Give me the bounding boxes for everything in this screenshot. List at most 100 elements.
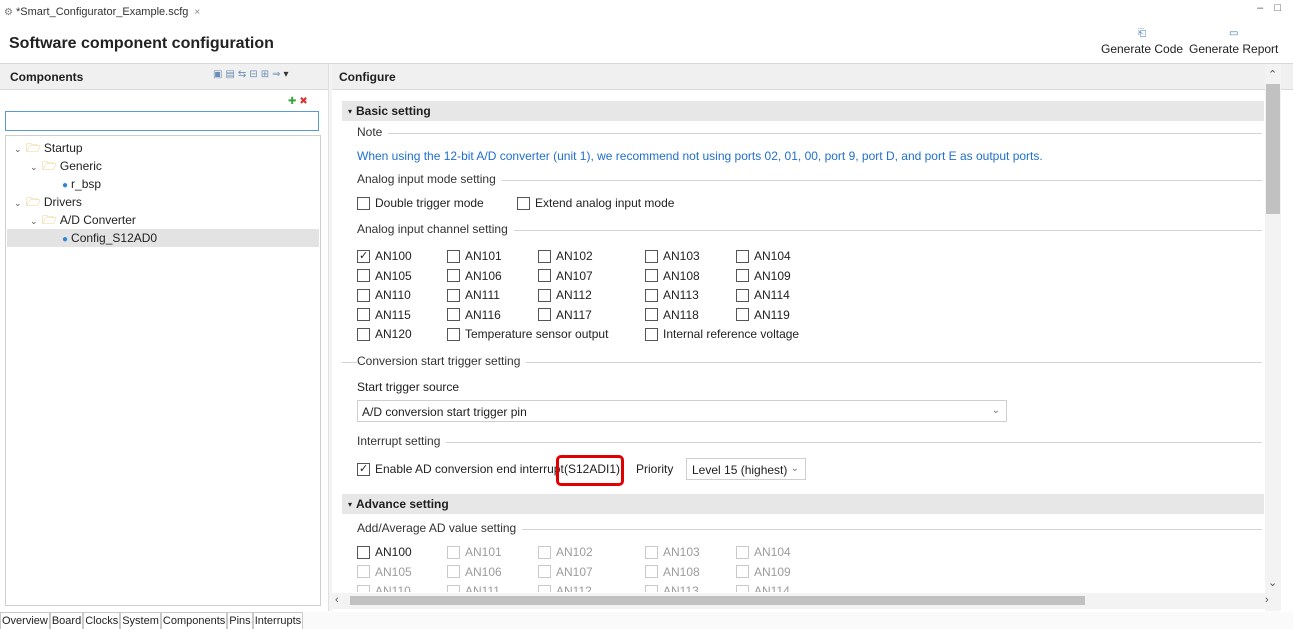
channel-an111-checkbox[interactable]: AN111 [447,288,500,302]
channel-an113-checkbox[interactable]: AN113 [645,288,699,302]
horizontal-scroll-thumb[interactable] [350,596,1085,605]
checkbox-box[interactable] [736,545,749,559]
checkbox-box[interactable] [447,327,460,341]
checkbox-box[interactable] [538,249,551,263]
collapse-all-icon[interactable]: ⊟ [249,69,260,80]
checkbox-box[interactable] [538,308,551,321]
add-average-an105-checkbox[interactable]: AN105 [357,565,412,579]
tab-clocks[interactable]: Clocks [83,612,121,629]
channel-an118-checkbox[interactable]: AN118 [645,308,699,322]
channel-an112-checkbox[interactable]: AN112 [538,288,592,302]
tab-components[interactable]: Components [160,612,228,629]
add-average-an108-checkbox[interactable]: AN108 [645,565,700,579]
add-average-an111-checkbox[interactable]: AN111 [447,584,500,592]
checkbox-box[interactable] [645,269,658,282]
vertical-scroll-thumb[interactable] [1266,84,1280,214]
basic-setting-section[interactable]: ▾ Basic setting [342,101,1264,121]
add-average-an103-checkbox[interactable]: AN103 [645,545,700,559]
checkbox-box[interactable] [517,196,530,210]
checkbox-box[interactable] [357,308,370,321]
tree-item-ad-converter[interactable]: ⌄ 🗁 A/D Converter [30,211,136,229]
add-average-an114-checkbox[interactable]: AN114 [736,584,790,592]
checkbox-box[interactable] [645,308,658,321]
link-icon[interactable]: ⇆ [238,69,249,80]
checkbox-box[interactable] [447,269,460,282]
window-controls[interactable]: – □ [1257,2,1285,14]
generate-report-button[interactable]: ▭ Generate Report [1189,28,1278,56]
channel-an114-checkbox[interactable]: AN114 [736,288,790,302]
editor-tab[interactable]: ⚙ *Smart_Configurator_Example.scfg × [4,6,200,18]
tree-item-generic[interactable]: ⌄ 🗁 Generic [30,157,102,175]
checkbox-box[interactable] [357,327,370,341]
checkbox-box[interactable] [538,565,551,578]
checkbox-box[interactable] [736,584,749,592]
add-folder-icon[interactable]: ▣ [213,69,225,80]
component-filter-input[interactable] [5,111,319,131]
scroll-left-icon[interactable]: ‹ [335,594,339,606]
checkbox-box[interactable] [736,249,749,263]
checkbox-box[interactable] [538,288,551,302]
tree-item-drivers[interactable]: ⌄ 🗁 Drivers [14,193,82,211]
tree-item-config-s12ad0[interactable]: ● Config_S12AD0 [7,229,319,247]
components-toolbar[interactable]: ▣▤⇆⊟⊞⇒▾ [213,69,292,80]
collapse-icon[interactable]: ▤ [225,69,237,80]
add-average-an109-checkbox[interactable]: AN109 [736,565,791,579]
checkbox-box[interactable] [357,584,370,592]
add-average-an106-checkbox[interactable]: AN106 [447,565,502,579]
add-average-an101-checkbox[interactable]: AN101 [447,545,502,559]
checkbox-box[interactable] [538,584,551,592]
checkbox-box[interactable] [357,565,370,578]
scroll-right-icon[interactable]: › [1265,594,1269,606]
add-average-an113-checkbox[interactable]: AN113 [645,584,699,592]
enable-interrupt-checkbox[interactable]: Enable AD conversion end interrupt [357,462,564,476]
checkbox-box[interactable] [357,545,370,559]
channel-an101-checkbox[interactable]: AN101 [447,249,502,263]
collapse-triangle-icon[interactable]: ▾ [348,107,352,116]
checkbox-box[interactable] [736,269,749,282]
chevron-down-icon[interactable]: ⌄ [30,212,38,230]
advance-setting-section[interactable]: ▾ Advance setting [342,494,1264,514]
start-trigger-select[interactable]: A/D conversion start trigger pin ⌄ [357,400,1007,422]
scroll-up-icon[interactable]: ⌃ [1268,68,1277,81]
chevron-down-icon[interactable]: ⌄ [14,140,22,158]
checkbox-box[interactable] [357,196,370,210]
channel-an103-checkbox[interactable]: AN103 [645,249,700,263]
channel-an105-checkbox[interactable]: AN105 [357,269,412,283]
channel-an110-checkbox[interactable]: AN110 [357,288,411,302]
chevron-down-icon[interactable]: ⌄ [14,194,22,212]
channel-an107-checkbox[interactable]: AN107 [538,269,593,283]
checkbox-box[interactable] [736,288,749,302]
channel-an120-checkbox[interactable]: AN120 [357,327,412,341]
tree-item-r-bsp[interactable]: ● r_bsp [62,175,101,193]
add-average-an104-checkbox[interactable]: AN104 [736,545,791,559]
channel-an117-checkbox[interactable]: AN117 [538,308,592,322]
dropdown-icon[interactable]: ▾ [283,69,291,80]
extend-analog-checkbox[interactable]: Extend analog input mode [517,196,674,210]
channel-an119-checkbox[interactable]: AN119 [736,308,790,322]
add-average-an102-checkbox[interactable]: AN102 [538,545,593,559]
checkbox-box[interactable] [538,269,551,282]
checkbox-box[interactable] [736,565,749,578]
chevron-down-icon[interactable]: ⌄ [30,158,38,176]
add-average-an112-checkbox[interactable]: AN112 [538,584,592,592]
tab-pins[interactable]: Pins [227,612,253,629]
checkbox-box[interactable] [357,288,370,302]
checkbox-box[interactable] [357,462,370,476]
channel-an109-checkbox[interactable]: AN109 [736,269,791,283]
checkbox-box[interactable] [447,584,460,592]
tab-system[interactable]: System [120,612,161,629]
temperature-sensor-checkbox[interactable]: Temperature sensor output [447,327,608,341]
channel-an104-checkbox[interactable]: AN104 [736,249,791,263]
remove-component-icon[interactable]: ✖ [299,96,310,107]
tree-item-startup[interactable]: ⌄ 🗁 Startup [14,139,83,157]
generate-code-button[interactable]: ⎗ Generate Code [1101,28,1183,56]
tab-interrupts[interactable]: Interrupts [252,612,304,629]
checkbox-box[interactable] [736,308,749,321]
checkbox-box[interactable] [645,288,658,302]
checkbox-box[interactable] [447,249,460,263]
checkbox-box[interactable] [357,269,370,282]
checkbox-box[interactable] [538,545,551,559]
view-menu-icon[interactable]: ⇒ [272,69,283,80]
collapse-triangle-icon[interactable]: ▾ [348,500,352,509]
channel-an100-checkbox[interactable]: AN100 [357,249,412,263]
